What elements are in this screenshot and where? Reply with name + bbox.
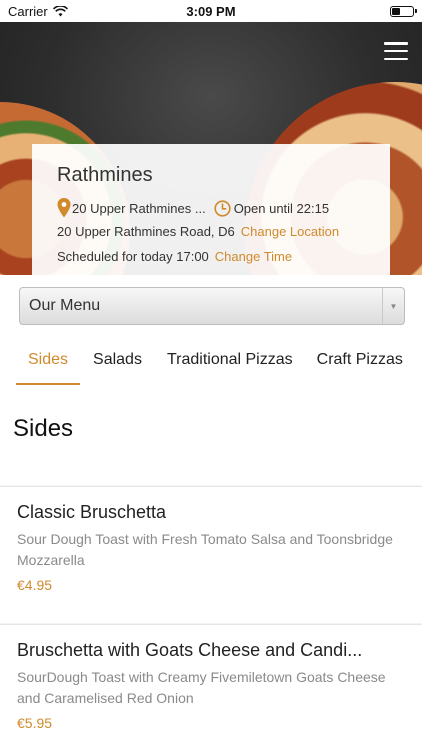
menu-select-bar: Our Menu ▼ — [0, 275, 422, 343]
store-info-card: Rathmines 20 Upper Rathmines ... Open un… — [32, 144, 390, 275]
location-pin-icon — [57, 198, 71, 218]
change-location-link[interactable]: Change Location — [241, 224, 339, 239]
tab-sides[interactable]: Sides — [15, 343, 81, 385]
item-description: Sour Dough Toast with Fresh Tomato Salsa… — [17, 531, 393, 568]
menu-select-value: Our Menu — [29, 297, 101, 314]
schedule-text: Scheduled for today 17:00 — [57, 248, 209, 264]
menu-item[interactable]: Classic Bruschetta Sour Dough Toast with… — [0, 486, 422, 623]
dropdown-arrow-icon: ▼ — [382, 288, 404, 324]
opening-hours: Open until 22:15 — [233, 200, 330, 216]
category-tabs: Sides Salads Traditional Pizzas Craft Pi… — [0, 343, 422, 385]
tab-traditional-pizzas[interactable]: Traditional Pizzas — [167, 343, 293, 385]
store-name: Rathmines — [57, 164, 153, 186]
menu-item[interactable]: Bruschetta with Goats Cheese and Candi..… — [0, 624, 422, 750]
battery-icon — [390, 5, 417, 17]
status-bar: Carrier 3:09 PM — [0, 0, 422, 22]
section-header: Sides — [0, 385, 422, 485]
address-short: 20 Upper Rathmines ... — [72, 200, 206, 216]
clock-icon — [214, 199, 231, 217]
item-price: €5.95 — [17, 715, 53, 731]
change-time-link[interactable]: Change Time — [215, 249, 292, 264]
tab-salads[interactable]: Salads — [93, 343, 142, 385]
carrier-label: Carrier — [8, 3, 48, 19]
item-name: Classic Bruschetta — [17, 502, 167, 522]
item-description: SourDough Toast with Creamy Fivemiletown… — [17, 669, 386, 706]
hamburger-menu-icon[interactable] — [384, 42, 408, 60]
address-full: 20 Upper Rathmines Road, D6 — [57, 223, 235, 239]
item-name: Bruschetta with Goats Cheese and Candi..… — [17, 640, 363, 660]
carrier-info: Carrier — [8, 4, 68, 19]
tab-craft-pizzas[interactable]: Craft Pizzas — [317, 343, 403, 385]
section-title: Sides — [13, 415, 74, 442]
wifi-icon — [52, 5, 68, 16]
menu-select-dropdown[interactable]: Our Menu ▼ — [19, 287, 405, 325]
item-price: €4.95 — [17, 577, 53, 593]
